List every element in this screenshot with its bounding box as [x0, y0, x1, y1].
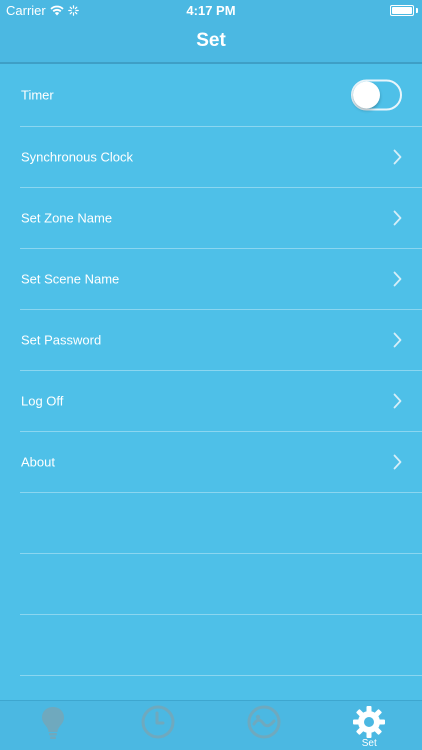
scene-icon — [247, 705, 281, 739]
tab-timer[interactable] — [106, 701, 212, 750]
battery-tip — [416, 8, 418, 13]
settings-item-label: Set Scene Name — [21, 271, 120, 287]
empty-row — [20, 615, 422, 676]
battery-level — [392, 7, 412, 14]
tab-bar: Set — [0, 700, 422, 750]
gear-icon — [353, 706, 386, 738]
settings-item-label: About — [21, 454, 55, 470]
timer-label: Timer — [21, 87, 54, 103]
status-time: 4:17 PM — [186, 3, 236, 18]
tab-set[interactable]: Set — [317, 701, 422, 750]
settings-item-set-password[interactable]: Set Password — [20, 310, 422, 371]
settings-screen: Carrier 4:17 PM Set Timer Synchronous Cl… — [0, 0, 422, 750]
chevron-right-icon — [393, 149, 402, 165]
settings-item-about[interactable]: About — [20, 432, 422, 493]
settings-item-label: Synchronous Clock — [21, 149, 133, 165]
empty-row — [20, 493, 422, 554]
settings-item-set-zone-name[interactable]: Set Zone Name — [20, 188, 422, 249]
empty-row — [20, 554, 422, 615]
tab-label: Set — [361, 738, 377, 749]
timer-toggle[interactable] — [351, 79, 402, 111]
settings-item-label: Log Off — [21, 393, 64, 409]
chevron-right-icon — [393, 271, 402, 287]
lightbulb-icon — [41, 707, 64, 739]
page-title: Set — [196, 30, 226, 51]
toggle-knob — [353, 81, 380, 109]
chevron-right-icon — [393, 210, 402, 226]
tab-scene[interactable] — [211, 701, 317, 750]
settings-item-synchronous-clock[interactable]: Synchronous Clock — [20, 127, 422, 188]
chevron-right-icon — [393, 454, 402, 470]
header: Carrier 4:17 PM Set — [0, 0, 422, 64]
timer-row: Timer — [20, 64, 422, 127]
clock-icon — [141, 705, 175, 739]
settings-item-set-scene-name[interactable]: Set Scene Name — [20, 249, 422, 310]
chevron-right-icon — [393, 393, 402, 409]
settings-list: Timer Synchronous Clock Set Zone Name Se… — [0, 64, 422, 676]
settings-item-log-off[interactable]: Log Off — [20, 371, 422, 432]
settings-item-label: Set Zone Name — [21, 210, 113, 226]
tab-light[interactable] — [0, 701, 106, 750]
settings-item-label: Set Password — [21, 332, 102, 348]
battery-icon — [390, 5, 414, 16]
status-bar: Carrier 4:17 PM — [0, 0, 422, 22]
chevron-right-icon — [393, 332, 402, 348]
